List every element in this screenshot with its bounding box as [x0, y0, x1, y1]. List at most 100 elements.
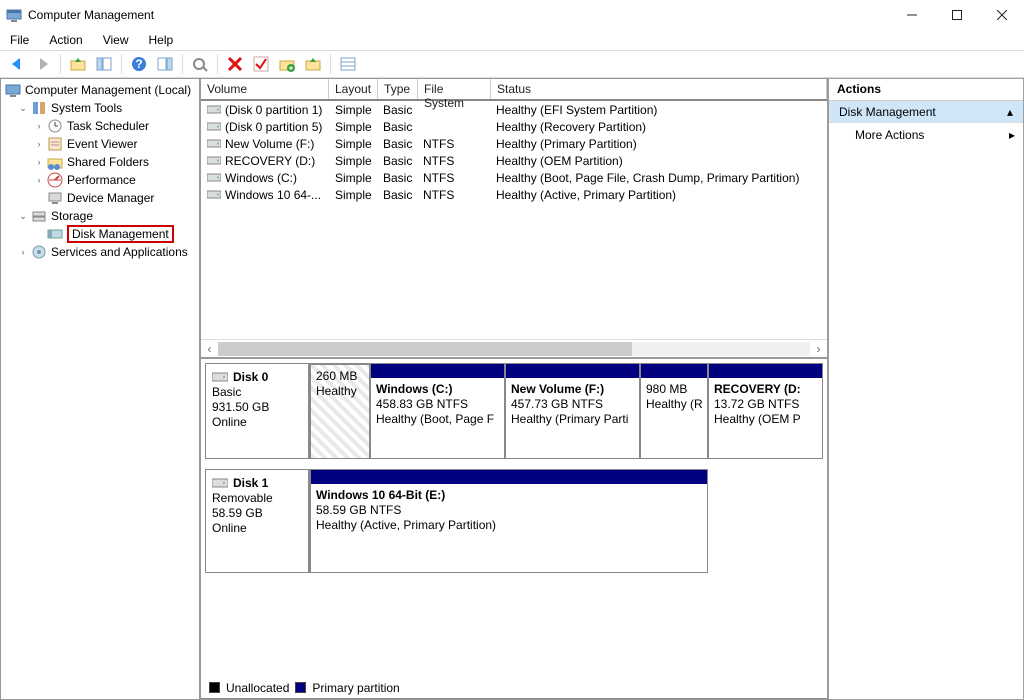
volume-layout: Simple	[329, 154, 377, 168]
volume-fs: NTFS	[417, 137, 490, 151]
volume-row[interactable]: Windows (C:)SimpleBasicNTFSHealthy (Boot…	[201, 169, 827, 186]
volume-row[interactable]: Windows 10 64-...SimpleBasicNTFSHealthy …	[201, 186, 827, 203]
expand-icon[interactable]: ›	[33, 120, 45, 132]
services-icon	[31, 244, 47, 260]
disk0-info[interactable]: Disk 0 Basic 931.50 GB Online	[205, 363, 310, 459]
tree-root[interactable]: Computer Management (Local)	[3, 81, 199, 99]
volume-type: Basic	[377, 188, 417, 202]
delete-icon[interactable]	[224, 53, 246, 75]
legend: Unallocated Primary partition	[200, 677, 828, 699]
actions-pane-icon[interactable]	[154, 53, 176, 75]
disk0-part-recoverypart[interactable]: 980 MBHealthy (R	[640, 363, 708, 459]
expand-icon[interactable]: ›	[33, 174, 45, 186]
volume-name: (Disk 0 partition 1)	[225, 103, 322, 117]
properties-check-icon[interactable]	[250, 53, 272, 75]
disk-graphical-view[interactable]: Disk 0 Basic 931.50 GB Online 260 MBHeal…	[200, 359, 828, 677]
volume-type: Basic	[377, 120, 417, 134]
collapse-icon[interactable]: ⌄	[17, 102, 29, 114]
tree-storage[interactable]: ⌄Storage	[3, 207, 199, 225]
volume-row[interactable]: New Volume (F:) SimpleBasicNTFSHealthy (P…	[201, 135, 827, 152]
forward-button[interactable]	[32, 53, 54, 75]
titlebar: Computer Management	[0, 0, 1024, 30]
actions-more-actions[interactable]: More Actions ▸	[829, 123, 1023, 147]
disk0-part-efi[interactable]: 260 MBHealthy	[310, 363, 370, 459]
show-hide-tree-icon[interactable]	[93, 53, 115, 75]
folder-up-icon[interactable]	[302, 53, 324, 75]
disk0-part-newvolume-f[interactable]: New Volume (F:)457.73 GB NTFSHealthy (Pr…	[505, 363, 640, 459]
legend-primary-label: Primary partition	[312, 681, 399, 695]
disk1-part-windows10-e[interactable]: Windows 10 64-Bit (E:)58.59 GB NTFSHealt…	[310, 469, 708, 573]
col-layout[interactable]: Layout	[329, 79, 378, 99]
close-button[interactable]	[979, 0, 1024, 30]
device-manager-icon	[47, 190, 63, 206]
volume-row[interactable]: (Disk 0 partition 1)SimpleBasicHealthy (…	[201, 101, 827, 118]
volume-layout: Simple	[329, 188, 377, 202]
volume-status: Healthy (Boot, Page File, Crash Dump, Pr…	[490, 171, 827, 185]
volume-layout: Simple	[329, 171, 377, 185]
col-status[interactable]: Status	[491, 79, 827, 99]
menu-action[interactable]: Action	[49, 33, 82, 47]
expand-icon[interactable]: ›	[17, 246, 29, 258]
volume-row[interactable]: (Disk 0 partition 5)SimpleBasicHealthy (…	[201, 118, 827, 135]
disk-row-0: Disk 0 Basic 931.50 GB Online 260 MBHeal…	[205, 363, 823, 459]
volume-icon	[207, 122, 221, 132]
volume-status: Healthy (Active, Primary Partition)	[490, 188, 827, 202]
horizontal-scrollbar[interactable]: ‹ ›	[201, 339, 827, 357]
folder-add-icon[interactable]	[276, 53, 298, 75]
legend-unallocated-label: Unallocated	[226, 681, 289, 695]
up-folder-icon[interactable]	[67, 53, 89, 75]
expand-icon[interactable]: ›	[33, 138, 45, 150]
col-type[interactable]: Type	[378, 79, 418, 99]
disk-icon	[212, 371, 228, 383]
scroll-right-icon[interactable]: ›	[810, 340, 827, 357]
shared-folders-icon	[47, 154, 63, 170]
tree-performance[interactable]: ›Performance	[3, 171, 199, 189]
tree-system-tools[interactable]: ⌄ System Tools	[3, 99, 199, 117]
menu-help[interactable]: Help	[149, 33, 174, 47]
volume-icon	[207, 173, 221, 183]
tree-shared-folders[interactable]: ›Shared Folders	[3, 153, 199, 171]
menu-file[interactable]: File	[10, 33, 29, 47]
expand-icon[interactable]: ›	[33, 156, 45, 168]
toolbar: ?	[0, 50, 1024, 78]
computer-management-icon	[5, 82, 21, 98]
disk-row-1: Disk 1 Removable 58.59 GB Online Windows…	[205, 469, 823, 573]
volume-layout: Simple	[329, 137, 377, 151]
back-button[interactable]	[6, 53, 28, 75]
tree-pane[interactable]: Computer Management (Local) ⌄ System Too…	[0, 78, 200, 700]
volume-type: Basic	[377, 137, 417, 151]
disk1-info[interactable]: Disk 1 Removable 58.59 GB Online	[205, 469, 310, 573]
refresh-icon[interactable]	[189, 53, 211, 75]
disk0-part-recovery-d[interactable]: RECOVERY (D:13.72 GB NTFSHealthy (OEM P	[708, 363, 823, 459]
collapse-icon: ▴	[1007, 105, 1013, 119]
scroll-left-icon[interactable]: ‹	[201, 340, 218, 357]
window-title: Computer Management	[28, 8, 889, 22]
tree-root-label: Computer Management (Local)	[25, 83, 191, 97]
disk0-part-windows-c[interactable]: Windows (C:)458.83 GB NTFSHealthy (Boot,…	[370, 363, 505, 459]
volume-fs: NTFS	[417, 154, 490, 168]
volume-layout: Simple	[329, 103, 377, 117]
computer-management-icon	[6, 7, 22, 23]
collapse-icon[interactable]: ⌄	[17, 210, 29, 222]
menu-view[interactable]: View	[103, 33, 129, 47]
help-icon[interactable]: ?	[128, 53, 150, 75]
tree-services-apps[interactable]: ›Services and Applications	[3, 243, 199, 261]
maximize-button[interactable]	[934, 0, 979, 30]
col-filesystem[interactable]: File System	[418, 79, 491, 99]
volume-list[interactable]: Volume Layout Type File System Status (D…	[200, 79, 828, 359]
volume-layout: Simple	[329, 120, 377, 134]
volume-row[interactable]: RECOVERY (D:)SimpleBasicNTFSHealthy (OEM…	[201, 152, 827, 169]
minimize-button[interactable]	[889, 0, 934, 30]
performance-icon	[47, 172, 63, 188]
list-view-icon[interactable]	[337, 53, 359, 75]
volume-name: New Volume (F:)	[225, 137, 314, 151]
tree-disk-management[interactable]: Disk Management	[3, 225, 199, 243]
actions-selected-item[interactable]: Disk Management ▴	[829, 101, 1023, 123]
volume-fs: NTFS	[417, 188, 490, 202]
tree-event-viewer[interactable]: ›Event Viewer	[3, 135, 199, 153]
col-volume[interactable]: Volume	[201, 79, 329, 99]
volume-status: Healthy (EFI System Partition)	[490, 103, 827, 117]
tree-device-manager[interactable]: Device Manager	[3, 189, 199, 207]
tree-task-scheduler[interactable]: ›Task Scheduler	[3, 117, 199, 135]
volume-status: Healthy (Primary Partition)	[490, 137, 827, 151]
